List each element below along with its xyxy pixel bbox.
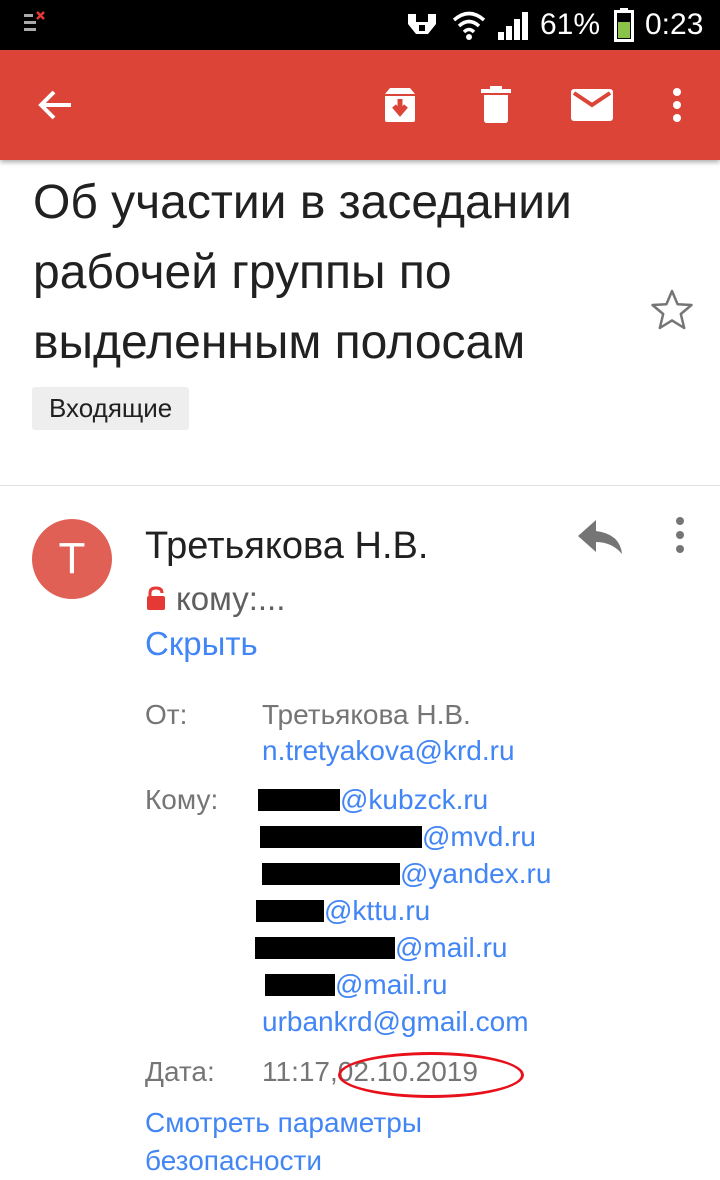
redaction-bar <box>256 899 324 922</box>
signal-icon <box>498 12 528 40</box>
more-options-button[interactable] <box>655 50 699 160</box>
battery-icon <box>614 8 634 42</box>
status-bar: 61% 0:23 <box>0 0 720 50</box>
star-button[interactable] <box>650 288 694 332</box>
recipients-summary[interactable]: кому:... <box>145 578 285 620</box>
recipient-domain: @mvd.ru <box>422 821 536 852</box>
from-name: Третьякова Н.В. <box>262 699 471 730</box>
reply-icon <box>578 520 622 554</box>
more-vert-icon <box>673 88 681 122</box>
battery-percent: 61% <box>540 8 601 41</box>
archive-button[interactable] <box>370 50 430 160</box>
recipient-item[interactable]: @kubzck.ru <box>258 781 488 818</box>
redaction-bar <box>262 862 400 885</box>
from-email[interactable]: n.tretyakova@krd.ru <box>262 732 515 770</box>
recipient-item[interactable]: @yandex.ru <box>262 855 551 892</box>
app-bar <box>0 50 720 160</box>
recipient-domain: @kubzck.ru <box>340 784 489 815</box>
redaction-bar <box>258 788 340 811</box>
archive-icon <box>385 88 415 122</box>
wifi-icon <box>452 11 486 40</box>
mark-unread-button[interactable] <box>562 50 622 160</box>
label-chip-inbox[interactable]: Входящие <box>32 387 190 430</box>
delete-button[interactable] <box>466 50 526 160</box>
lock-icon <box>147 586 165 610</box>
notification-icon <box>24 11 45 31</box>
avatar[interactable]: T <box>32 519 112 599</box>
recipient-domain: @mail.ru <box>335 969 448 1000</box>
divider <box>0 485 720 486</box>
mark-unread-icon <box>571 89 613 121</box>
headset-icon <box>408 14 436 34</box>
email-subject: Об участии в заседании рабочей группы по… <box>33 176 572 369</box>
to-label: Кому: <box>145 784 219 815</box>
recipient-item[interactable]: @mvd.ru <box>260 818 536 855</box>
back-arrow-icon <box>38 90 71 120</box>
recipient-domain: @mail.ru <box>395 932 508 963</box>
star-icon <box>651 289 693 330</box>
red-highlight-circle <box>338 1052 524 1098</box>
message-more-button[interactable] <box>660 512 700 562</box>
security-details-link[interactable]: Смотреть параметры безопасности <box>145 1104 505 1180</box>
recipient-item[interactable]: @mail.ru <box>255 929 507 966</box>
hide-details-link[interactable]: Скрыть <box>145 622 258 666</box>
recipient-email[interactable]: urbankrd@gmail.com <box>262 1003 529 1041</box>
redaction-bar <box>255 936 395 959</box>
recipient-item[interactable]: @mail.ru <box>265 966 447 1003</box>
recipient-item[interactable]: @kttu.ru <box>256 892 430 929</box>
back-button[interactable] <box>20 50 90 160</box>
redaction-bar <box>265 973 335 996</box>
clock: 0:23 <box>645 8 704 41</box>
recipient-domain: @kttu.ru <box>324 895 431 926</box>
reply-button[interactable] <box>572 512 628 562</box>
date-label: Дата: <box>145 1056 215 1087</box>
sender-name: Третьякова Н.В. <box>145 525 429 567</box>
more-vert-icon <box>676 517 684 553</box>
recipient-domain: @yandex.ru <box>400 858 552 889</box>
delete-icon <box>481 86 511 123</box>
recipients-summary-text: кому:... <box>176 580 286 617</box>
redaction-bar <box>260 825 422 848</box>
from-label: От: <box>145 699 188 730</box>
time-value: 11:17, <box>262 1056 338 1087</box>
